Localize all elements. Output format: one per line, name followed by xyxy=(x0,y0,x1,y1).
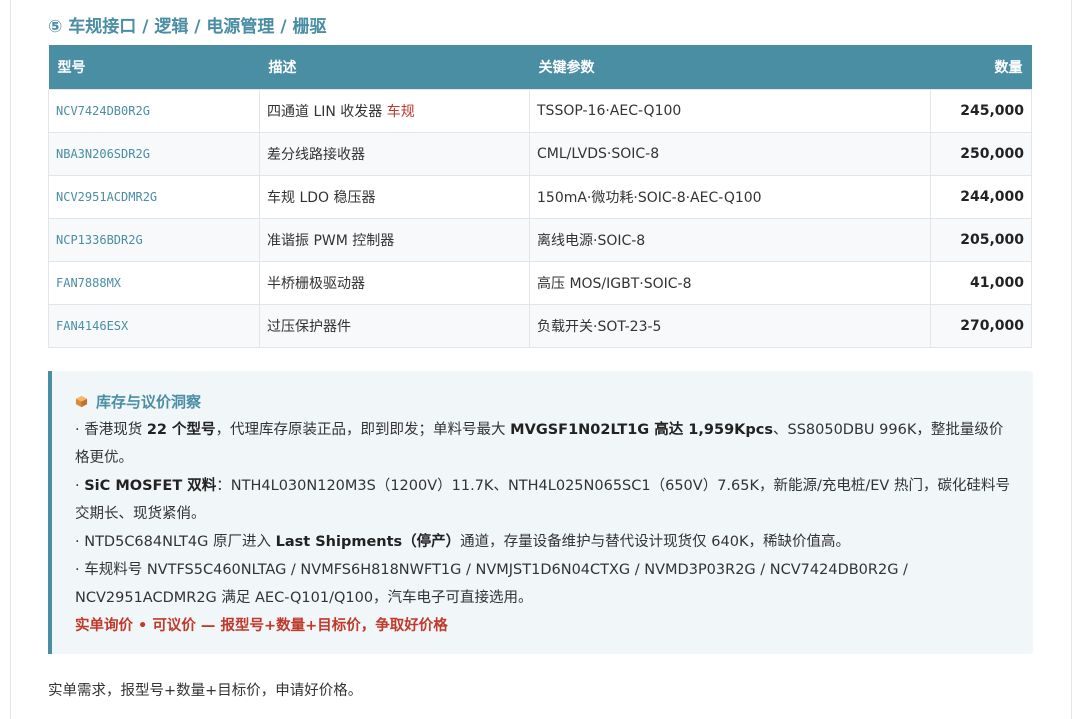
cell-desc: 差分线路接收器 xyxy=(259,132,530,176)
insight-panel: 库存与议价洞察 · 香港现货 22 个型号，代理库存原装正品，即到即发；单料号最… xyxy=(48,371,1033,654)
header-params: 关键参数 xyxy=(529,45,931,90)
page: ⑤ 车规接口 / 逻辑 / 电源管理 / 栅驱 型号 描述 关键参数 数量 NC… xyxy=(0,0,1085,719)
header-qty: 数量 xyxy=(930,45,1032,90)
cell-model: NBA3N206SDR2G xyxy=(48,132,260,176)
text: · 香港现货 xyxy=(75,422,147,438)
header-model: 型号 xyxy=(48,45,260,90)
footer-text: 实单需求，报型号+数量+目标价，申请好价格。 xyxy=(48,683,363,699)
cell-model: NCV7424DB0R2G xyxy=(48,89,260,133)
cell-qty: 41,000 xyxy=(930,261,1032,305)
table-row: FAN7888MX 半桥栅极驱动器 高压 MOS/IGBT·SOIC-8 41,… xyxy=(48,261,1032,305)
cell-desc: 车规 LDO 稳压器 xyxy=(259,175,530,219)
cell-desc: 半桥栅极驱动器 xyxy=(259,261,530,305)
cell-qty: 245,000 xyxy=(930,89,1032,133)
table-row: NBA3N206SDR2G 差分线路接收器 CML/LVDS·SOIC-8 25… xyxy=(48,132,1032,176)
text: · xyxy=(75,478,85,494)
cell-model: FAN7888MX xyxy=(48,261,260,305)
insight-line-sic: · SiC MOSFET 双料：NTH4L030N120M3S（1200V）11… xyxy=(75,472,1017,528)
section-title: ⑤ 车规接口 / 逻辑 / 电源管理 / 栅驱 xyxy=(48,17,327,37)
text: · NTD5C684NLT4G 原厂进入 xyxy=(75,534,276,550)
highlight-count: 22 个型号 xyxy=(146,422,216,438)
cell-model: NCV2951ACDMR2G xyxy=(48,175,260,219)
highlight-sic: SiC MOSFET 双料 xyxy=(84,478,217,494)
text: ：NTH4L030N120M3S（1200V）11.7K、NTH4L025N06… xyxy=(75,478,1010,522)
cell-desc: 过压保护器件 xyxy=(259,304,530,348)
cell-desc-text: 四通道 LIN 收发器 xyxy=(267,104,387,120)
table-row: NCV7424DB0R2G 四通道 LIN 收发器 车规 TSSOP-16·AE… xyxy=(48,89,1032,133)
cell-params: 离线电源·SOIC-8 xyxy=(529,218,931,262)
cell-qty: 250,000 xyxy=(930,132,1032,176)
header-desc: 描述 xyxy=(259,45,530,90)
cell-params: 负载开关·SOT-23-5 xyxy=(529,304,931,348)
page-border-left xyxy=(10,0,11,719)
cell-desc: 四通道 LIN 收发器 车规 xyxy=(259,89,530,133)
highlight-max-part: MVGSF1N02LT1G 高达 1,959Kpcs xyxy=(510,422,773,438)
text: 通道，存量设备维护与替代设计现货仅 640K，稀缺价值高。 xyxy=(460,534,850,550)
automotive-tag: 车规 xyxy=(386,104,415,120)
cell-params: 150mA·微功耗·SOIC-8·AEC-Q100 xyxy=(529,175,931,219)
table-row: FAN4146ESX 过压保护器件 负载开关·SOT-23-5 270,000 xyxy=(48,304,1032,348)
insight-line-automotive: · 车规料号 NVTFS5C460NLTAG / NVMFS6H818NWFT1… xyxy=(75,562,908,606)
table-row: NCP1336BDR2G 准谐振 PWM 控制器 离线电源·SOIC-8 205… xyxy=(48,218,1032,262)
cell-params: TSSOP-16·AEC-Q100 xyxy=(529,89,931,133)
cell-qty: 270,000 xyxy=(930,304,1032,348)
insight-title: 库存与议价洞察 xyxy=(96,393,202,411)
cell-params: 高压 MOS/IGBT·SOIC-8 xyxy=(529,261,931,305)
text: ，代理库存原装正品，即到即发；单料号最大 xyxy=(215,422,511,438)
table-header-row: 型号 描述 关键参数 数量 xyxy=(48,45,1032,90)
cell-desc: 准谐振 PWM 控制器 xyxy=(259,218,530,262)
cell-model: FAN4146ESX xyxy=(48,304,260,348)
insight-line-eol: · NTD5C684NLT4G 原厂进入 Last Shipments（停产）通… xyxy=(75,528,1017,556)
parts-table: 型号 描述 关键参数 数量 NCV7424DB0R2G 四通道 LIN 收发器 … xyxy=(48,45,1032,348)
cell-params: CML/LVDS·SOIC-8 xyxy=(529,132,931,176)
highlight-last-shipments: Last Shipments（停产） xyxy=(275,534,461,550)
insight-line-stock: · 香港现货 22 个型号，代理库存原装正品，即到即发；单料号最大 MVGSF1… xyxy=(75,416,1017,472)
table-row: NCV2951ACDMR2G 车规 LDO 稳压器 150mA·微功耗·SOIC… xyxy=(48,175,1032,219)
page-border-right xyxy=(1071,0,1072,719)
insight-title-row: 库存与议价洞察 xyxy=(75,390,1017,414)
package-icon xyxy=(75,395,88,408)
cell-qty: 205,000 xyxy=(930,218,1032,262)
cell-qty: 244,000 xyxy=(930,175,1032,219)
cell-model: NCP1336BDR2G xyxy=(48,218,260,262)
call-to-action: 实单询价 • 可议价 — 报型号+数量+目标价，争取好价格 xyxy=(75,618,448,634)
